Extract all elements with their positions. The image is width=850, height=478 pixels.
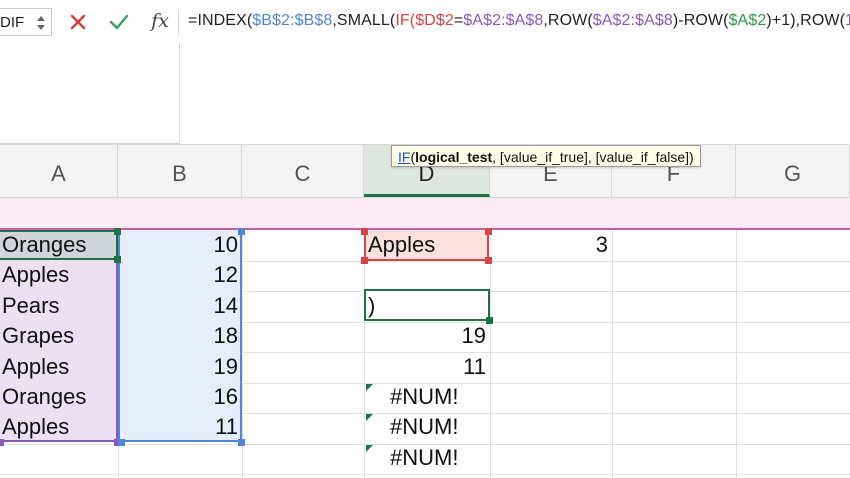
cell-d7[interactable]: #NUM! — [388, 382, 488, 412]
tooltip-active-argument: logical_test — [415, 149, 493, 165]
cell-a8[interactable]: Apples — [0, 412, 118, 442]
range-resize-handle[interactable] — [118, 439, 125, 446]
formula-part: IF( — [395, 12, 416, 29]
cell-d8[interactable]: #NUM! — [388, 412, 488, 442]
formula-part: )-ROW( — [672, 12, 729, 29]
name-box-text: DIF — [0, 14, 25, 31]
range-resize-handle[interactable] — [485, 257, 492, 264]
formula-input[interactable]: =INDEX($B$2:$B$8,SMALL(IF($D$2=$A$2:$A$8… — [188, 12, 850, 30]
range-resize-handle[interactable] — [485, 228, 492, 235]
cell-b6[interactable]: 19 — [118, 352, 242, 382]
formula-bar-divider — [178, 10, 179, 36]
range-resize-handle[interactable] — [238, 228, 245, 235]
range-resize-handle[interactable] — [114, 256, 121, 263]
tooltip-function-link[interactable]: IF — [398, 149, 410, 165]
error-indicator-icon[interactable] — [366, 414, 373, 422]
range-resize-handle[interactable] — [361, 228, 368, 235]
cell-d6[interactable]: 11 — [364, 352, 490, 382]
gridline-vertical — [736, 230, 737, 478]
insert-function-button[interactable]: fx — [146, 6, 174, 36]
gridline-vertical — [612, 230, 613, 478]
formula-part: $B$2:$B$8 — [252, 12, 333, 29]
formula-part: )+1),ROW( — [766, 12, 846, 29]
accept-icon[interactable] — [106, 8, 132, 36]
highlighted-header-row[interactable] — [0, 198, 850, 230]
cell-a4[interactable]: Pears — [0, 291, 118, 321]
formula-part: = — [453, 12, 464, 29]
range-resize-handle[interactable] — [114, 228, 121, 235]
cell-b5[interactable]: 18 — [118, 321, 242, 351]
cell-a2[interactable]: Oranges — [0, 230, 118, 260]
error-indicator-icon[interactable] — [366, 384, 373, 391]
range-resize-handle[interactable] — [0, 439, 4, 446]
range-resize-handle[interactable] — [361, 257, 368, 264]
formula-part: =INDEX( — [188, 12, 253, 29]
formula-part: $A$2:$A$8 — [592, 12, 673, 29]
cell-a6[interactable]: Apples — [0, 352, 118, 382]
formula-part: 1: — [845, 12, 850, 29]
cell-e2[interactable]: 3 — [490, 230, 612, 260]
cell-d2[interactable]: Apples — [366, 230, 488, 260]
spreadsheet-grid[interactable]: Oranges Apples Pears Grapes Apples Oranges App… — [0, 228, 850, 478]
function-tooltip: IF(logical_test, [value_if_true], [value… — [391, 145, 701, 167]
formula-part: ,SMALL( — [332, 12, 396, 29]
cell-a3[interactable]: Apples — [0, 260, 118, 290]
formula-expansion-area — [0, 44, 180, 144]
column-header-g[interactable]: G — [736, 145, 850, 197]
name-box[interactable]: DIF — [0, 8, 52, 36]
cell-a7[interactable]: Oranges — [0, 382, 118, 412]
formula-part: ,ROW( — [543, 12, 593, 29]
range-resize-handle[interactable] — [238, 439, 245, 446]
cell-b8[interactable]: 11 — [118, 412, 242, 442]
cell-d9[interactable]: #NUM! — [388, 443, 488, 473]
column-header-c[interactable]: C — [242, 145, 364, 197]
cancel-icon[interactable] — [65, 8, 91, 36]
cell-b4[interactable]: 14 — [118, 291, 242, 321]
cell-d4[interactable]: ) — [366, 291, 488, 321]
formula-bar: DIF fx =INDEX($B$2:$B$8,SMALL(IF($D$2=$A… — [0, 0, 850, 45]
cell-d5[interactable]: 19 — [364, 321, 490, 351]
formula-bar-background — [180, 44, 850, 144]
cell-b2[interactable]: 10 — [118, 230, 242, 260]
name-box-dropdown-icon[interactable] — [34, 13, 48, 33]
formula-part: $D$2 — [415, 12, 454, 29]
error-indicator-icon[interactable] — [366, 444, 373, 452]
cell-b7[interactable]: 16 — [118, 382, 242, 412]
formula-part: $A$2:$A$8 — [463, 12, 544, 29]
formula-part: $A$2 — [728, 12, 767, 29]
cell-a5[interactable]: Grapes — [0, 321, 118, 351]
gridline-vertical — [490, 230, 491, 478]
range-resize-handle[interactable] — [486, 317, 493, 324]
column-header-b[interactable]: B — [118, 145, 242, 197]
column-header-a[interactable]: A — [0, 145, 118, 197]
cell-b3[interactable]: 12 — [118, 260, 242, 290]
tooltip-other-arguments: , [value_if_true], [value_if_false]) — [492, 149, 694, 165]
gridline-horizontal — [0, 474, 850, 475]
